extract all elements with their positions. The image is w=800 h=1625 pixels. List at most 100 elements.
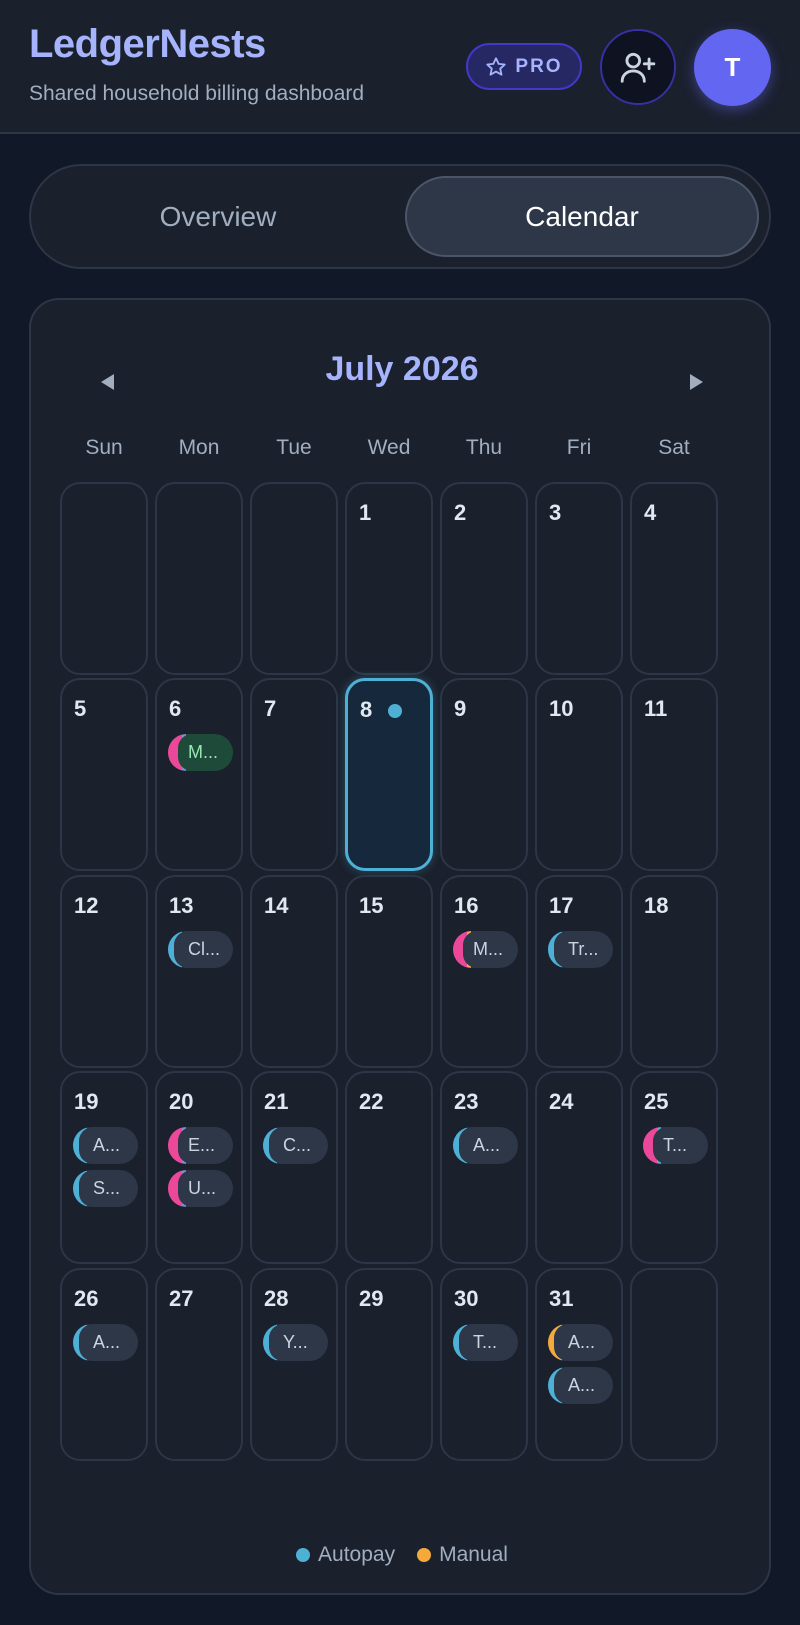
day-number: 7 (264, 696, 277, 721)
day-cell[interactable]: 28 Y... (250, 1268, 338, 1461)
bill-event-chip[interactable]: Tr... (548, 931, 613, 968)
day-cell[interactable]: 20 E... U... (155, 1071, 243, 1264)
app-header: LedgerNests Shared household billing das… (0, 0, 800, 134)
bill-event-chip[interactable]: A... (453, 1127, 518, 1164)
day-cell[interactable]: 26 A... (60, 1268, 148, 1461)
user-avatar[interactable]: T (694, 29, 771, 106)
day-cell[interactable]: 1 (345, 482, 433, 675)
bill-event-label: U... (188, 1178, 217, 1198)
bill-event-chip[interactable]: U... (168, 1170, 233, 1207)
day-cell[interactable]: 22 (345, 1071, 433, 1264)
day-number: 13 (169, 893, 194, 918)
bill-event-chip[interactable]: T... (643, 1127, 708, 1164)
bill-event-label: A... (473, 1135, 501, 1155)
day-cell[interactable]: 8 (345, 678, 433, 871)
next-month-button[interactable] (676, 362, 716, 402)
day-cell[interactable]: 15 (345, 875, 433, 1068)
bill-event-chip[interactable]: A... (548, 1367, 613, 1404)
day-number: 1 (359, 500, 372, 525)
day-number: 27 (169, 1286, 194, 1311)
bill-event-chip[interactable]: C... (263, 1127, 328, 1164)
bill-event-chip[interactable]: S... (73, 1170, 138, 1207)
chip-body-edge (79, 1170, 93, 1207)
day-number: 17 (549, 893, 574, 918)
bill-event-label: A... (568, 1375, 596, 1395)
day-cell[interactable]: 14 (250, 875, 338, 1068)
day-number: 21 (264, 1089, 289, 1114)
bill-event-chip[interactable]: T... (453, 1324, 518, 1361)
bill-event-chip[interactable]: A... (73, 1324, 138, 1361)
invite-member-button[interactable] (600, 29, 676, 105)
day-cell[interactable]: 3 (535, 482, 623, 675)
weekday-header: Thu (465, 436, 503, 459)
day-number: 18 (644, 893, 669, 918)
day-cell[interactable]: 6 M... (155, 678, 243, 871)
day-number: 9 (454, 696, 467, 721)
day-cell[interactable]: 9 (440, 678, 528, 871)
chip-body-edge (174, 931, 188, 968)
legend-label: Autopay (318, 1543, 396, 1566)
bill-event-label: S... (93, 1178, 121, 1198)
day-cell[interactable]: 27 (155, 1268, 243, 1461)
day-number: 11 (644, 696, 668, 721)
bill-event-label: E... (188, 1135, 216, 1155)
bill-event-label: C... (283, 1135, 312, 1155)
bill-event-label: M... (188, 742, 218, 762)
day-number: 28 (264, 1286, 289, 1311)
day-number: 22 (359, 1089, 384, 1114)
weekday-header: Mon (178, 436, 220, 459)
day-cell[interactable]: 4 (630, 482, 718, 675)
empty-day-cell (630, 1268, 718, 1461)
day-cell[interactable]: 29 (345, 1268, 433, 1461)
tab-overview[interactable]: Overview (41, 176, 395, 257)
day-cell[interactable]: 31 A... A... (535, 1268, 623, 1461)
day-number: 10 (549, 696, 574, 721)
day-cell[interactable]: 5 (60, 678, 148, 871)
chip-body-edge (554, 1324, 568, 1361)
bill-event-chip[interactable]: A... (73, 1127, 138, 1164)
bill-event-chip[interactable]: Cl... (168, 931, 233, 968)
day-cell[interactable]: 23 A... (440, 1071, 528, 1264)
day-cell[interactable]: 25 T... (630, 1071, 718, 1264)
legend-item-manual: Manual (417, 1543, 508, 1567)
day-cell[interactable]: 11 (630, 678, 718, 871)
user-plus-icon (620, 52, 656, 83)
day-cell[interactable]: 2 (440, 482, 528, 675)
day-cell[interactable]: 17 Tr... (535, 875, 623, 1068)
bill-event-label: T... (663, 1135, 688, 1155)
weekday-header: Sat (658, 436, 690, 459)
day-cell[interactable]: 30 T... (440, 1268, 528, 1461)
pro-badge[interactable]: PRO (466, 43, 582, 90)
bill-event-chip[interactable]: A... (548, 1324, 613, 1361)
day-cell[interactable]: 24 (535, 1071, 623, 1264)
day-cell[interactable]: 7 (250, 678, 338, 871)
app-title: LedgerNests (29, 22, 266, 66)
day-number: 3 (549, 500, 562, 525)
day-number: 4 (644, 500, 657, 525)
day-number: 26 (74, 1286, 99, 1311)
day-number: 29 (359, 1286, 384, 1311)
chip-body-edge (79, 1127, 93, 1164)
day-cell[interactable]: 19 A... S... (60, 1071, 148, 1264)
day-number: 20 (169, 1089, 194, 1114)
day-cell[interactable]: 21 C... (250, 1071, 338, 1264)
day-number: 30 (454, 1286, 479, 1311)
day-cell[interactable]: 12 (60, 875, 148, 1068)
weekday-header: Wed (367, 436, 411, 459)
tab-calendar[interactable]: Calendar (405, 176, 759, 257)
empty-day-cell (250, 482, 338, 675)
chip-body-edge (459, 1127, 473, 1164)
app-subtitle: Shared household billing dashboard (29, 82, 365, 105)
day-cell[interactable]: 10 (535, 678, 623, 871)
bill-event-chip[interactable]: Y... (263, 1324, 328, 1361)
empty-day-cell (60, 482, 148, 675)
bill-event-chip[interactable]: M... (453, 931, 518, 968)
day-number: 6 (169, 696, 182, 721)
bill-event-label: A... (93, 1135, 121, 1155)
day-cell[interactable]: 18 (630, 875, 718, 1068)
day-cell[interactable]: 13 Cl... (155, 875, 243, 1068)
day-cell[interactable]: 16 M... (440, 875, 528, 1068)
bill-event-chip[interactable]: M... (168, 734, 233, 771)
chip-body-edge (554, 931, 568, 968)
bill-event-chip[interactable]: E... (168, 1127, 233, 1164)
